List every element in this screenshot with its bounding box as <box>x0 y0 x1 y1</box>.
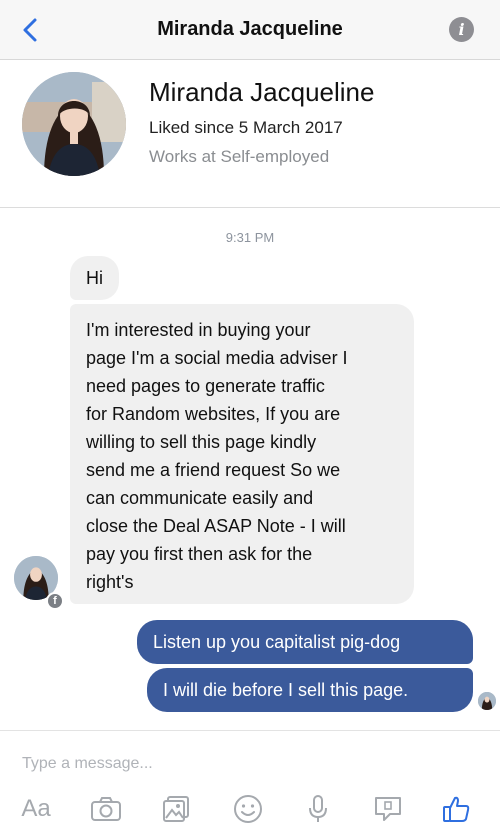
microphone-icon <box>309 795 327 822</box>
avatar[interactable] <box>22 72 126 176</box>
profile-card: Miranda Jacqueline Liked since 5 March 2… <box>0 60 500 208</box>
chat-title: Miranda Jacqueline <box>157 18 343 40</box>
incoming-message[interactable]: Hi <box>70 256 119 300</box>
camera-icon <box>91 797 121 821</box>
voice-button[interactable] <box>298 791 338 827</box>
gallery-button[interactable] <box>156 791 196 827</box>
camera-button[interactable] <box>86 791 126 827</box>
profile-works-at: Works at Self-employed <box>149 147 330 166</box>
text-format-label: Aa <box>21 795 51 822</box>
read-receipt-avatar <box>478 692 496 710</box>
sticker-icon <box>375 797 401 821</box>
photo-icon <box>163 796 189 822</box>
profile-name: Miranda Jacqueline <box>149 77 375 107</box>
text-format-button[interactable]: Aa <box>16 791 56 827</box>
chat-header: Miranda Jacqueline i <box>0 0 500 60</box>
profile-liked-since: Liked since 5 March 2017 <box>149 118 343 137</box>
message-timestamp: 9:31 PM <box>225 230 275 245</box>
message-composer: Aa <box>0 730 500 838</box>
info-icon[interactable]: i <box>449 17 474 42</box>
thumbs-up-icon <box>443 796 470 822</box>
outgoing-message[interactable]: I will die before I sell this page. <box>147 668 473 712</box>
like-button[interactable] <box>436 791 476 827</box>
incoming-message[interactable]: I'm interested in buying your page I'm a… <box>70 304 414 604</box>
messenger-badge-icon: f <box>46 592 64 610</box>
outgoing-message[interactable]: Listen up you capitalist pig-dog <box>137 620 473 664</box>
emoji-button[interactable] <box>228 791 268 827</box>
smiley-icon <box>234 795 262 823</box>
sticker-button[interactable] <box>368 791 408 827</box>
message-input[interactable] <box>22 753 462 775</box>
composer-toolbar: Aa <box>0 791 500 831</box>
